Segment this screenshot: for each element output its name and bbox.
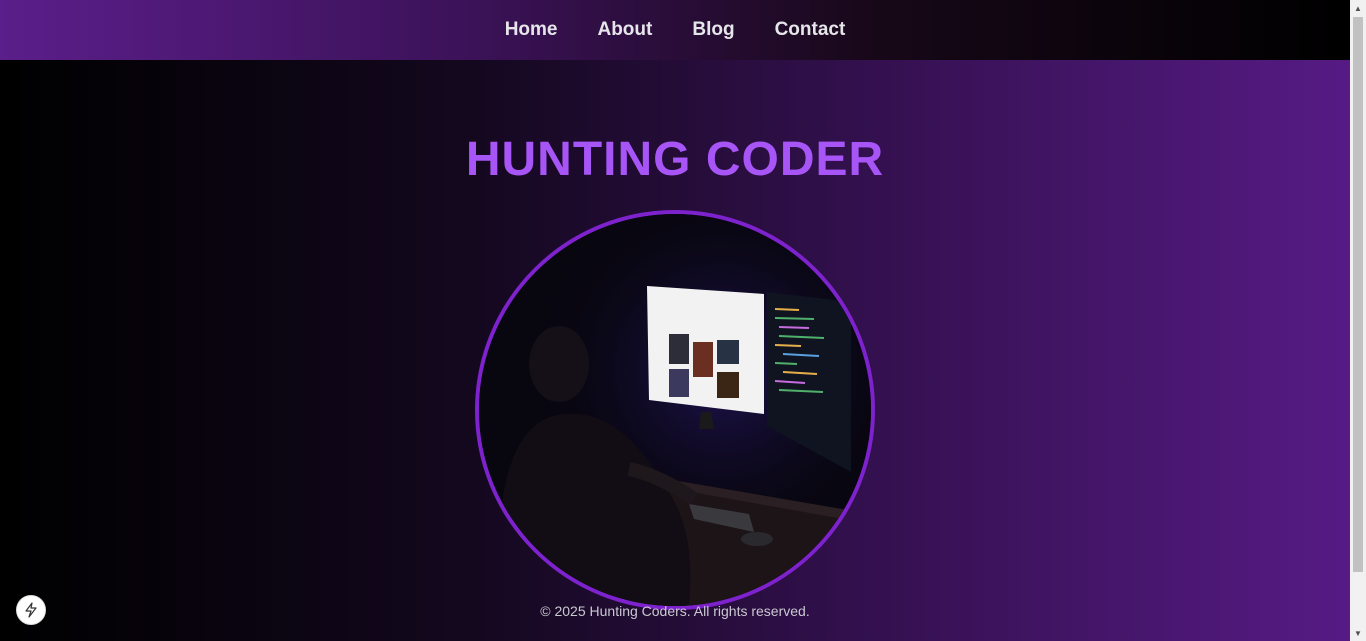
page-title: HUNTING CODER — [465, 133, 885, 186]
top-navbar: Home About Blog Contact — [0, 0, 1350, 60]
vertical-scrollbar[interactable]: ▲ ▼ — [1350, 0, 1366, 641]
scroll-down-arrow-icon[interactable]: ▼ — [1350, 625, 1366, 641]
lightning-bolt-icon — [25, 602, 37, 618]
nav-link-about[interactable]: About — [597, 19, 652, 40]
scroll-up-arrow-icon[interactable]: ▲ — [1350, 0, 1366, 16]
nav-link-home[interactable]: Home — [505, 19, 558, 40]
page: Home About Blog Contact HUNTING CODER © … — [0, 0, 1366, 641]
coder-at-desk-image — [479, 214, 871, 606]
nav-item-contact: Contact — [775, 19, 846, 41]
footer-copyright: © 2025 Hunting Coders. All rights reserv… — [540, 603, 810, 619]
nav-item-about: About — [597, 19, 652, 41]
scrollbar-thumb[interactable] — [1353, 17, 1363, 572]
nav-list: Home About Blog Contact — [505, 19, 846, 41]
nav-link-contact[interactable]: Contact — [775, 19, 846, 40]
nav-link-blog[interactable]: Blog — [692, 19, 734, 40]
hero-image — [475, 210, 875, 610]
dev-indicator-button[interactable] — [16, 595, 46, 625]
nav-item-blog: Blog — [692, 19, 734, 41]
nav-item-home: Home — [505, 19, 558, 41]
